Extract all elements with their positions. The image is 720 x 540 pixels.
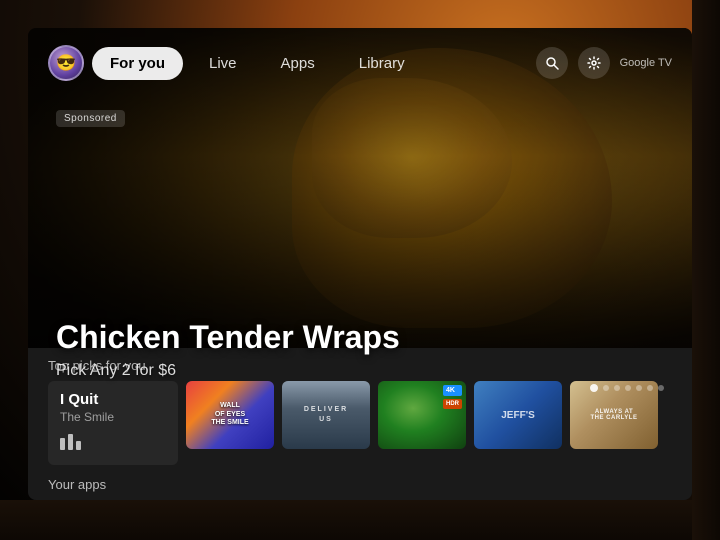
carousel-dot-3[interactable] [614, 385, 620, 391]
4k-badge: 4K [443, 385, 462, 396]
pick-card-wall-label: WALLOF EYESTHE SMILE [211, 402, 248, 427]
sponsored-badge: Sponsored [56, 110, 125, 127]
search-icon[interactable] [536, 47, 568, 79]
pick-card-4k[interactable]: 4K HDR [378, 381, 466, 449]
nav-item-apps[interactable]: Apps [263, 47, 333, 80]
pick-card-jeffs[interactable]: JEFF'S [474, 381, 562, 449]
pick-card-carlyle-label: ALWAYS ATTHE CARLYLE [591, 409, 638, 421]
hero-subtitle: Pick Any 2 for $6 [56, 362, 400, 380]
hero-text: Chicken Tender Wraps Pick Any 2 for $6 [56, 319, 400, 380]
avatar-emoji: 😎 [56, 53, 76, 73]
top-right-controls: Google TV [536, 47, 672, 79]
carousel-dot-7[interactable] [658, 385, 664, 391]
hero-title: Chicken Tender Wraps [56, 319, 400, 356]
pick-featured-title: I Quit [60, 391, 166, 408]
pick-card-jeffs-label: JEFF'S [501, 410, 535, 421]
google-tv-label: Google TV [620, 57, 672, 69]
room-right [692, 0, 720, 540]
pick-card-deliver-label: DELIVERUS [304, 405, 348, 425]
settings-icon[interactable] [578, 47, 610, 79]
4k-badges: 4K HDR [443, 385, 462, 409]
carousel-dot-2[interactable] [603, 385, 609, 391]
avatar[interactable]: 😎 [48, 45, 84, 81]
music-bars-icon [60, 432, 166, 455]
apps-section-title: Your apps [48, 477, 672, 492]
pick-card-deliver[interactable]: DELIVERUS [282, 381, 370, 449]
carousel-dot-4[interactable] [625, 385, 631, 391]
carousel-dots [590, 384, 664, 392]
room-bottom [0, 500, 720, 540]
pick-card-wall[interactable]: WALLOF EYESTHE SMILE [186, 381, 274, 449]
tv-screen: 😎 For you Live Apps Library Google TV Sp [28, 28, 692, 500]
hdr-badge: HDR [443, 399, 462, 409]
pick-featured-card[interactable]: I Quit The Smile [48, 381, 178, 465]
navigation-bar: 😎 For you Live Apps Library Google TV [28, 28, 692, 98]
carousel-dot-5[interactable] [636, 385, 642, 391]
carousel-dot-6[interactable] [647, 385, 653, 391]
picks-row: I Quit The Smile WALLOF EYESTHE SMILE DE… [48, 381, 672, 465]
nav-item-live[interactable]: Live [191, 47, 255, 80]
nav-item-library[interactable]: Library [341, 47, 423, 80]
nav-item-for-you[interactable]: For you [92, 47, 183, 80]
carousel-dot-1[interactable] [590, 384, 598, 392]
pick-featured-subtitle: The Smile [60, 410, 166, 424]
